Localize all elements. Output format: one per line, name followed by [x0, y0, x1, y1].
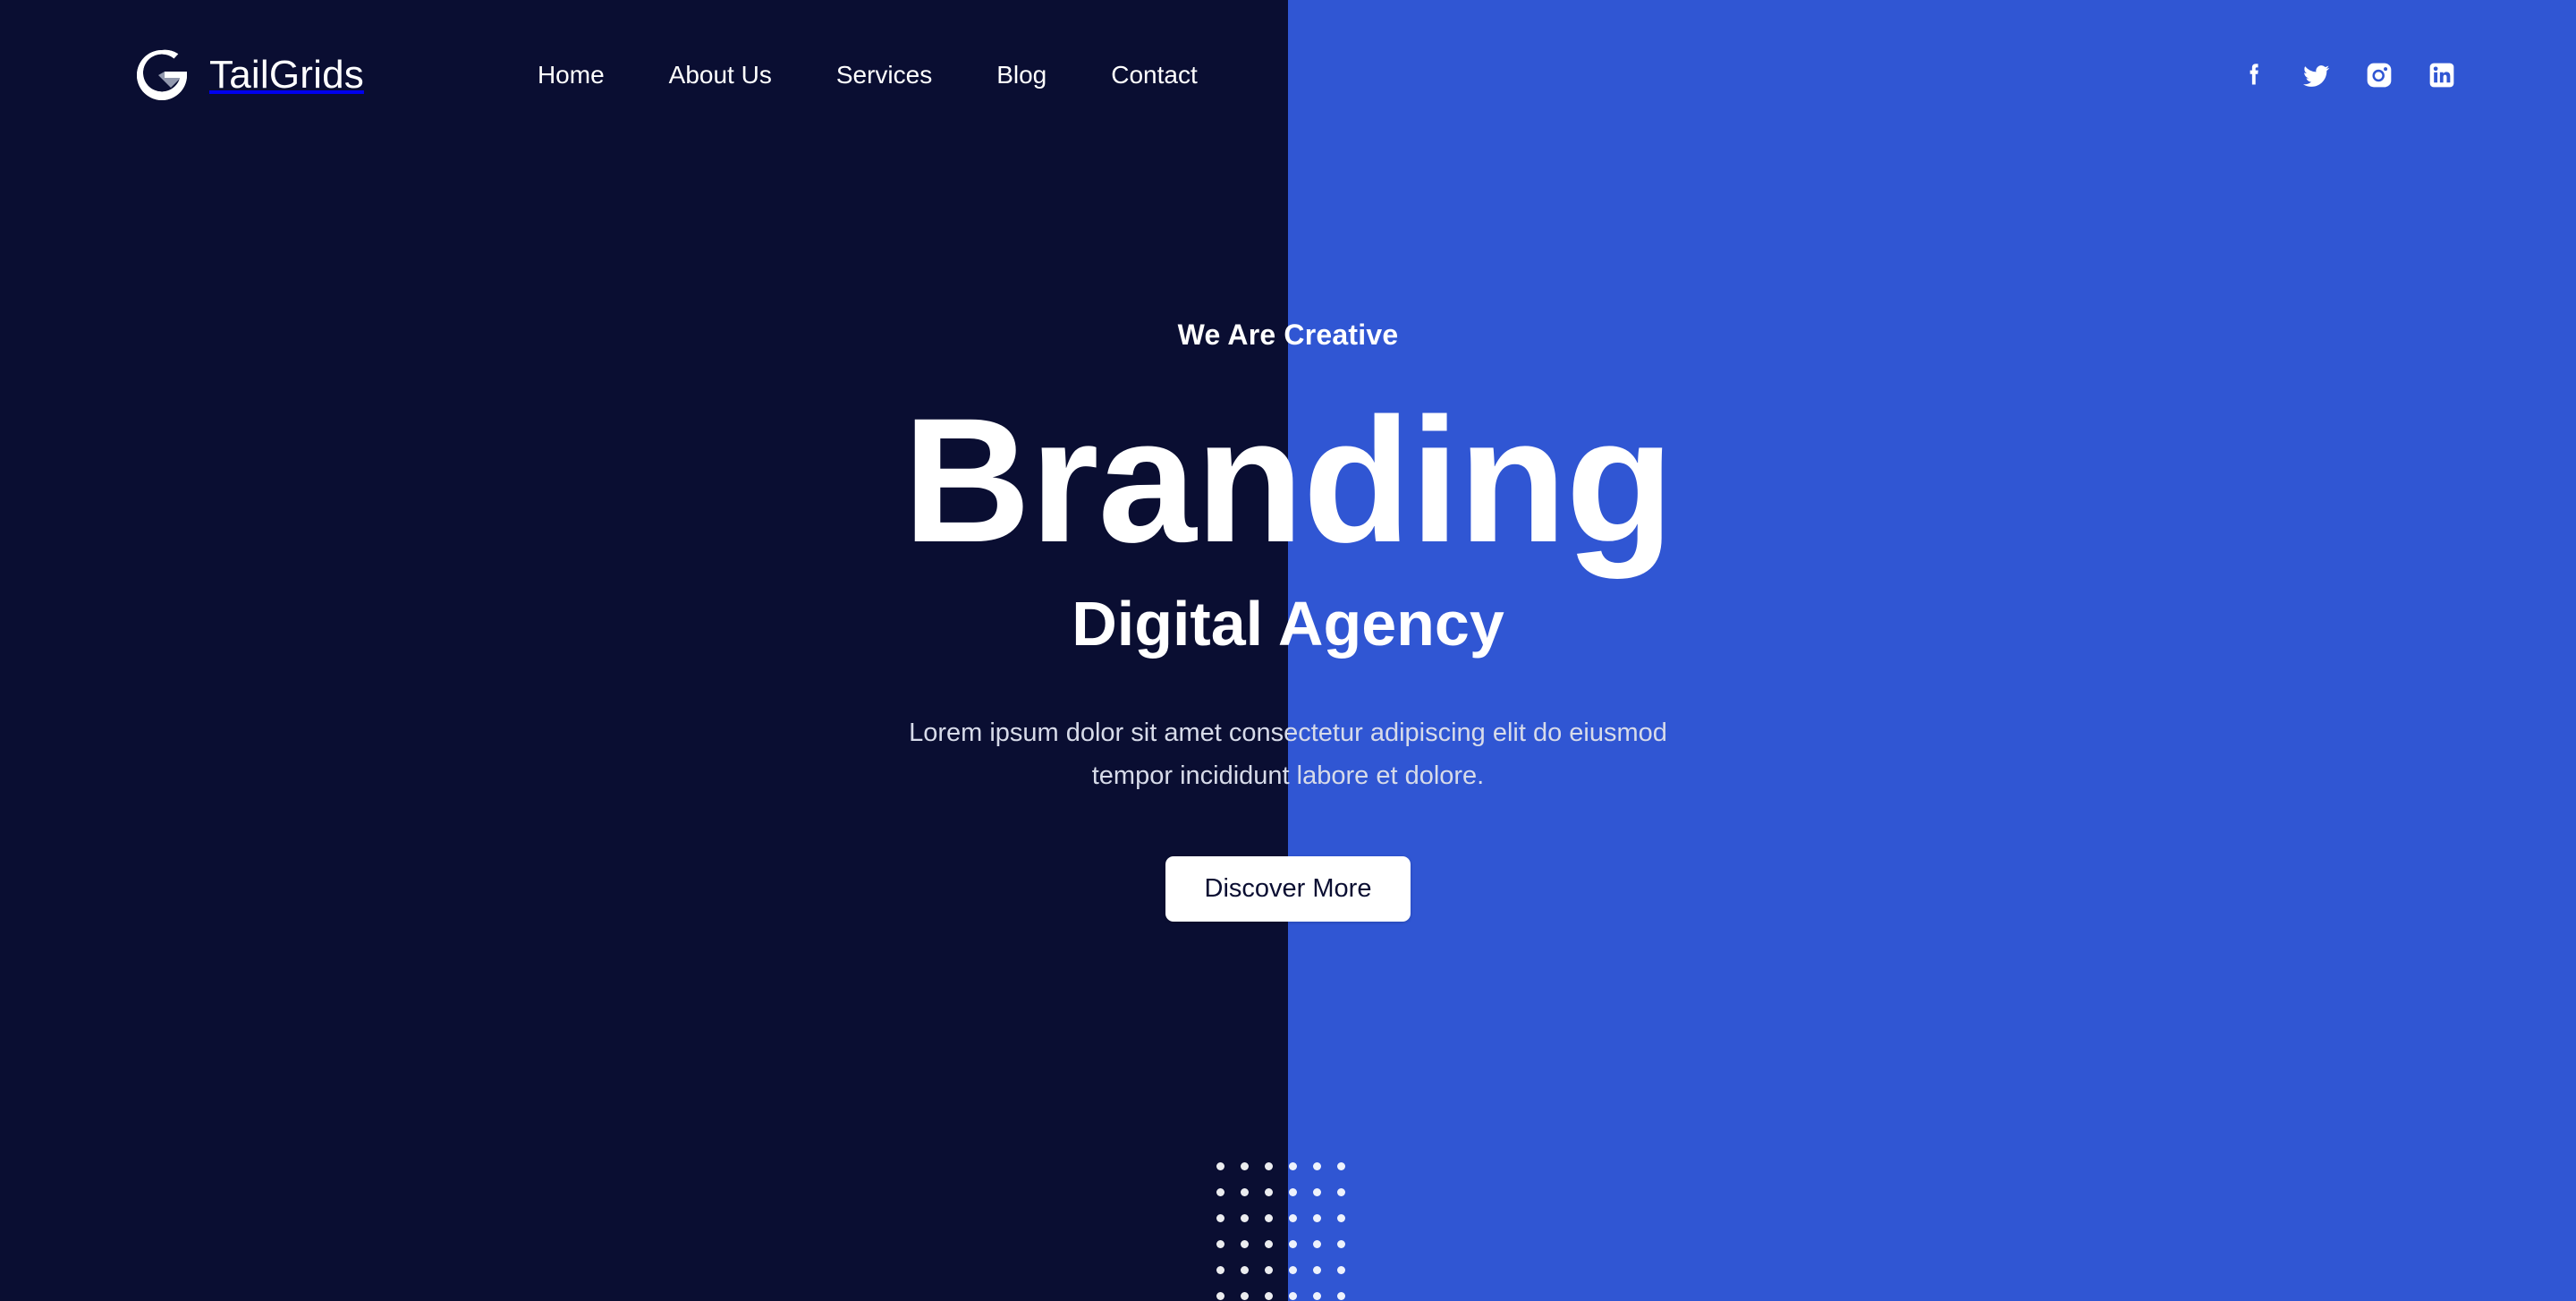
- hero-description: Lorem ipsum dolor sit amet consectetur a…: [909, 718, 1667, 790]
- discover-more-button[interactable]: Discover More: [1165, 856, 1411, 923]
- nav-item-home[interactable]: Home: [505, 63, 637, 88]
- social-link-linkedin[interactable]: [2424, 57, 2460, 93]
- nav-item-blog[interactable]: Blog: [964, 63, 1079, 88]
- linkedin-icon: [2428, 61, 2456, 89]
- brand-logo[interactable]: TailGrids: [132, 46, 364, 105]
- facebook-icon: [2239, 60, 2269, 90]
- nav-item-about-us[interactable]: About Us: [637, 63, 804, 88]
- hero-section: We Are Creative Branding Digital Agency …: [0, 0, 2576, 1301]
- brand-name: TailGrids: [209, 53, 364, 97]
- instagram-icon: [2365, 61, 2394, 89]
- landing-page: TailGrids Home About Us Services Blog Co…: [0, 0, 2576, 1301]
- hero-eyebrow: We Are Creative: [1177, 319, 1399, 351]
- tailgrids-g-logo-icon: [132, 46, 191, 105]
- social-link-facebook[interactable]: [2236, 57, 2272, 93]
- social-links: [2236, 57, 2460, 93]
- hero-subtitle: Digital Agency: [1072, 589, 1504, 659]
- site-header: TailGrids Home About Us Services Blog Co…: [0, 0, 2576, 150]
- main-navigation: Home About Us Services Blog Contact: [505, 63, 1230, 88]
- nav-item-services[interactable]: Services: [804, 63, 964, 88]
- nav-item-contact[interactable]: Contact: [1079, 63, 1230, 88]
- twitter-icon: [2301, 59, 2333, 91]
- hero-title: Branding: [902, 381, 1674, 580]
- social-link-twitter[interactable]: [2299, 57, 2334, 93]
- social-link-instagram[interactable]: [2361, 57, 2397, 93]
